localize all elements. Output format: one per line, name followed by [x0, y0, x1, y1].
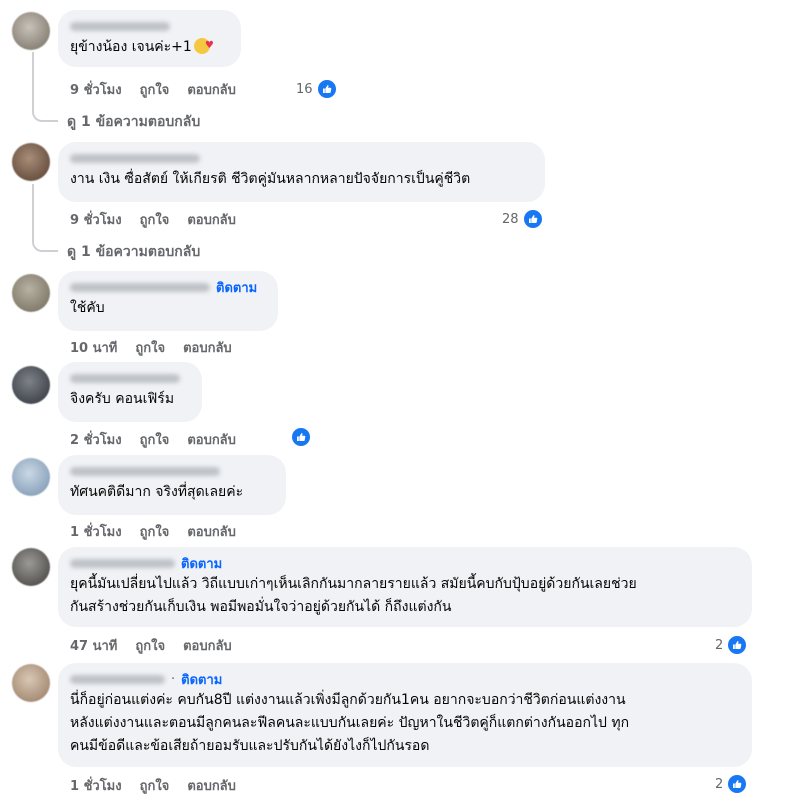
like-thumb-icon: [315, 78, 338, 100]
comment-time[interactable]: 9 ชั่วโมง: [70, 209, 122, 230]
comment-text-line: นี่ก็อยู่ก่อนแต่งค่ะ คบกัน8ปี แต่งงานแล้…: [70, 692, 626, 708]
comment-bubble: ทัศนคติดีมาก จริงที่สุดเลยค่ะ: [58, 455, 286, 515]
comment-actions: 47 นาที ถูกใจ ตอบกลับ: [70, 635, 232, 656]
comment-bubble: งาน เงิน ซื่อสัตย์ ให้เกียรติ ชีวิตคู่มั…: [58, 142, 545, 202]
comment-bubble: ติดตาม ยุคนี้มันเปลี่ยนไปแล้ว วิถีแบบเก่…: [58, 547, 752, 627]
reaction-number: 28: [502, 211, 519, 227]
comment-text: ยุข้างน้อง เจนค่ะ+1: [70, 34, 229, 59]
comment-text: งาน เงิน ซื่อสัตย์ ให้เกียรติ ชีวิตคู่มั…: [70, 171, 471, 187]
commenter-name[interactable]: [70, 463, 274, 479]
reply-button[interactable]: ตอบกลับ: [187, 521, 236, 542]
smiling-face-with-hearts-icon: [193, 34, 214, 57]
thread-connector: [32, 52, 58, 122]
like-thumb-icon: [726, 634, 749, 656]
reply-button[interactable]: ตอบกลับ: [183, 635, 232, 656]
avatar[interactable]: [12, 458, 50, 496]
reply-button[interactable]: ตอบกลับ: [187, 775, 236, 796]
avatar[interactable]: [12, 274, 50, 312]
commenter-name: ติดตาม: [70, 553, 740, 574]
comment-actions: 1 ชั่วโมง ถูกใจ ตอบกลับ: [70, 775, 236, 796]
comment-bubble: ยุข้างน้อง เจนค่ะ+1: [58, 10, 241, 67]
comment-text: จิงครับ คอนเฟิร์ม: [70, 391, 175, 407]
comment-text-line: ยุคนี้มันเปลี่ยนไปแล้ว วิถีแบบเก่าๆเห็นเ…: [70, 576, 637, 592]
reaction-number: 2: [715, 637, 724, 653]
comment-text-line: กันสร้างช่วยกันเก็บเงิน พอมีพอมั่นใจว่าอ…: [70, 599, 452, 615]
comment-text: ทัศนคติดีมาก จริงที่สุดเลยค่ะ: [70, 484, 244, 500]
reaction-count[interactable]: 16: [296, 78, 338, 100]
comment-text: ใช้คับ: [70, 300, 105, 316]
avatar[interactable]: [12, 143, 50, 181]
reaction-count[interactable]: 28: [502, 208, 544, 230]
like-button[interactable]: ถูกใจ: [140, 79, 170, 100]
comment-bubble: · ติดตาม นี่ก็อยู่ก่อนแต่งค่ะ คบกัน8ปี แ…: [58, 663, 752, 767]
reply-button[interactable]: ตอบกลับ: [183, 337, 232, 358]
comment-actions: 9 ชั่วโมง ถูกใจ ตอบกลับ: [70, 209, 236, 230]
commenter-name: · ติดตาม: [70, 669, 740, 690]
avatar[interactable]: [12, 548, 50, 586]
separator-dot: ·: [171, 671, 176, 687]
like-button[interactable]: ถูกใจ: [135, 337, 165, 358]
comment-time[interactable]: 9 ชั่วโมง: [70, 79, 122, 100]
reaction-count[interactable]: 2: [715, 634, 749, 656]
commenter-name[interactable]: [70, 370, 190, 386]
reply-button[interactable]: ตอบกลับ: [187, 209, 236, 230]
comment-text-line: หลังแต่งงานและตอนมีลูกคนละฟีลคนละแบบกันเ…: [70, 715, 630, 731]
comment-actions: 10 นาที ถูกใจ ตอบกลับ: [70, 337, 232, 358]
follow-button[interactable]: ติดตาม: [181, 669, 222, 690]
reaction-count[interactable]: [290, 426, 312, 448]
comment-time[interactable]: 2 ชั่วโมง: [70, 429, 122, 450]
comment-time[interactable]: 10 นาที: [70, 337, 117, 358]
comment-actions: 1 ชั่วโมง ถูกใจ ตอบกลับ: [70, 521, 236, 542]
reply-button[interactable]: ตอบกลับ: [187, 429, 236, 450]
comment-actions: 2 ชั่วโมง ถูกใจ ตอบกลับ: [70, 429, 236, 450]
comment-actions: 9 ชั่วโมง ถูกใจ ตอบกลับ: [70, 79, 236, 100]
like-button[interactable]: ถูกใจ: [140, 775, 170, 796]
commenter-name[interactable]: [70, 18, 229, 34]
reaction-number: 16: [296, 81, 313, 97]
like-button[interactable]: ถูกใจ: [140, 429, 170, 450]
comment-time[interactable]: 1 ชั่วโมง: [70, 521, 122, 542]
view-replies-link[interactable]: ดู 1 ข้อความตอบกลับ: [67, 241, 200, 263]
like-button[interactable]: ถูกใจ: [135, 635, 165, 656]
like-thumb-icon: [521, 208, 544, 230]
view-replies-link[interactable]: ดู 1 ข้อความตอบกลับ: [67, 111, 200, 133]
comment-time[interactable]: 47 นาที: [70, 635, 117, 656]
follow-button[interactable]: ติดตาม: [181, 553, 222, 574]
comment-text-line: คนมีข้อดีและข้อเสียถ้ายอมรับและปรับกันได…: [70, 738, 430, 754]
comment-bubble: จิงครับ คอนเฟิร์ม: [58, 362, 202, 422]
thread-connector: [32, 184, 58, 252]
avatar[interactable]: [12, 366, 50, 404]
commenter-name: ติดตาม: [70, 277, 266, 298]
avatar[interactable]: [12, 12, 50, 50]
commenter-name[interactable]: [70, 150, 533, 166]
reply-button[interactable]: ตอบกลับ: [187, 79, 236, 100]
reaction-number: 2: [715, 776, 724, 792]
avatar[interactable]: [12, 664, 50, 702]
like-thumb-icon: [726, 773, 749, 795]
like-button[interactable]: ถูกใจ: [140, 209, 170, 230]
like-thumb-icon: [290, 426, 312, 448]
comment-time[interactable]: 1 ชั่วโมง: [70, 775, 122, 796]
follow-button[interactable]: ติดตาม: [216, 277, 257, 298]
like-button[interactable]: ถูกใจ: [140, 521, 170, 542]
comment-bubble: ติดตาม ใช้คับ: [58, 271, 278, 331]
reaction-count[interactable]: 2: [715, 773, 749, 795]
